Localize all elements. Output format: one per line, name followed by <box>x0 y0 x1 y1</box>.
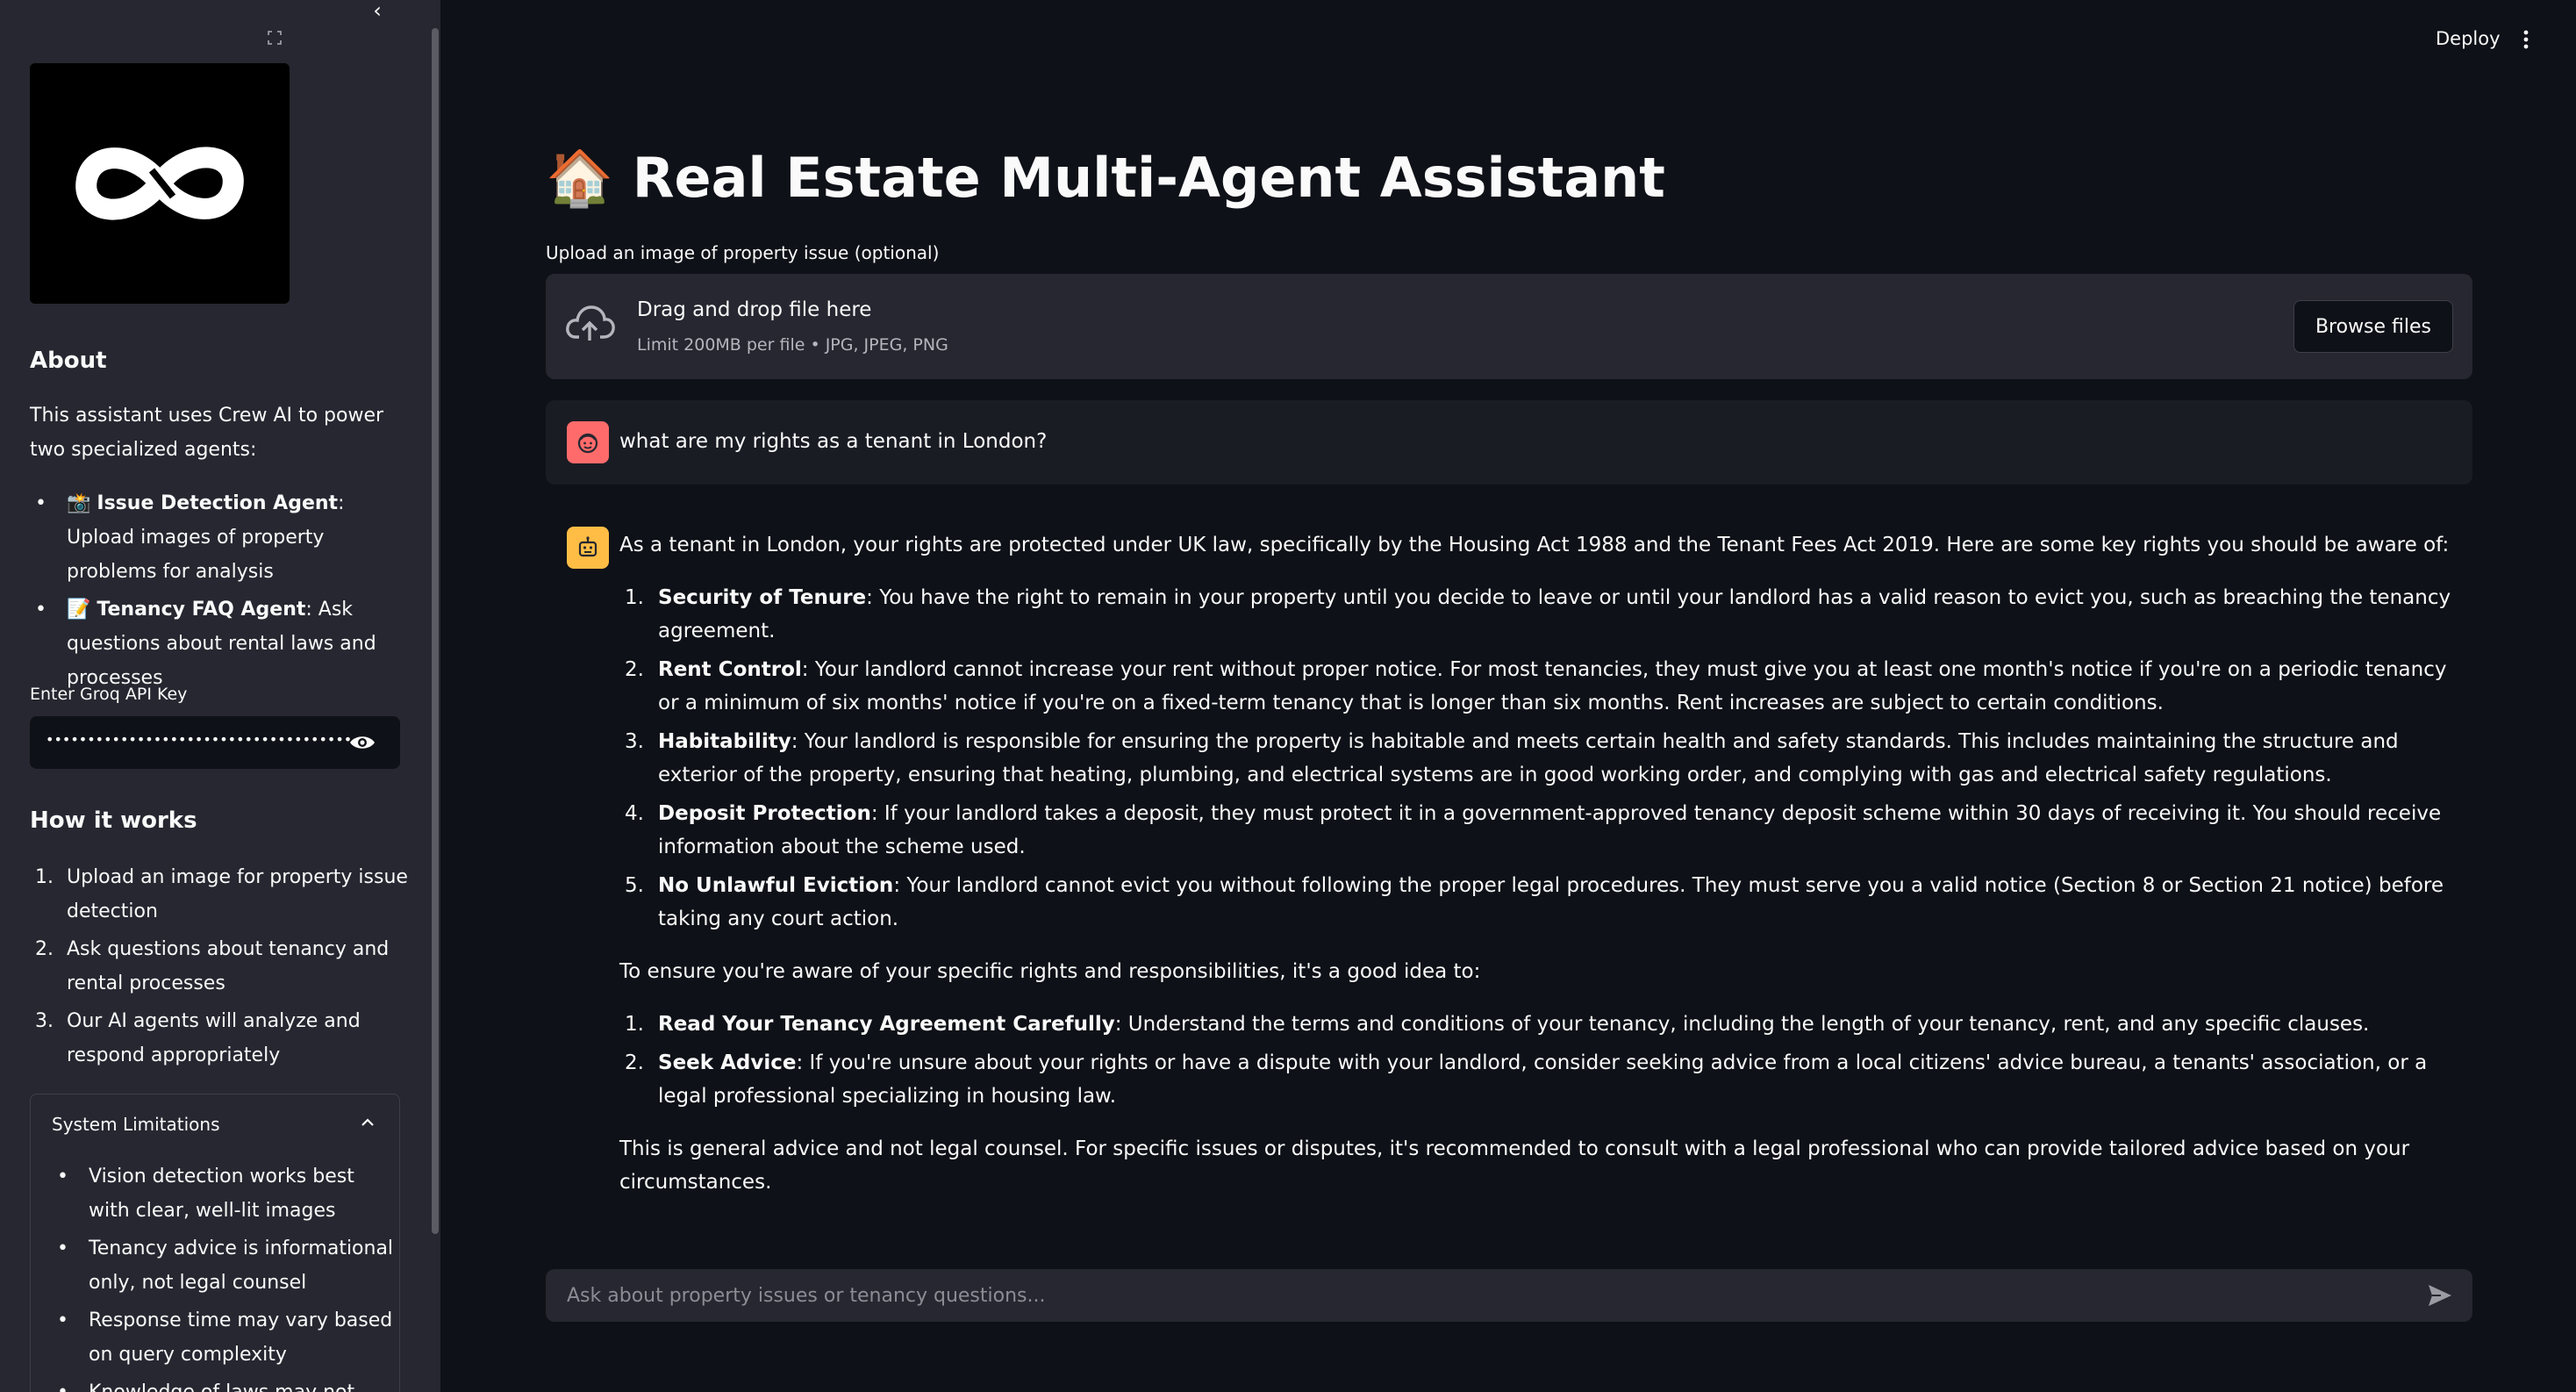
agent-name: Tenancy FAQ Agent <box>97 599 306 621</box>
about-text: This assistant uses Crew AI to power two… <box>30 405 384 461</box>
sidebar-scrollbar[interactable] <box>432 28 439 1234</box>
user-avatar-icon <box>567 421 609 463</box>
dropzone-text: Drag and drop file here <box>637 298 872 321</box>
list-item: 2. Ask questions about tenancy and rental… <box>35 938 390 994</box>
list-item: 1. Read Your Tenancy Agreement Carefully:… <box>625 1013 2370 1036</box>
user-message: what are my rights as a tenant in London… <box>546 400 2472 484</box>
how-it-works-heading: How it works <box>30 807 197 834</box>
agent-name: Issue Detection Agent <box>97 492 339 514</box>
list-item: 3. Our AI agents will analyze and respond… <box>35 1010 361 1066</box>
list-item: 1. Security of Tenure: You have the right… <box>625 586 2451 642</box>
memo-icon: 📝 <box>67 599 91 621</box>
list-item: 3. Habitability: Your landlord is respons… <box>625 730 2399 786</box>
deploy-button[interactable]: Deploy <box>2436 28 2501 49</box>
kebab-menu-icon[interactable] <box>2520 26 2532 53</box>
page-title: 🏠 Real Estate Multi-Agent Assistant <box>546 146 1665 210</box>
system-limitations-expander[interactable]: System Limitations • Vision detection wor… <box>30 1094 400 1392</box>
list-item: • 📝 Tenancy FAQ Agent: Ask questions abo… <box>35 599 376 689</box>
list-item: • Vision detection works best with clear,… <box>57 1166 354 1222</box>
file-uploader[interactable]: Drag and drop file here Limit 200MB per … <box>546 274 2472 379</box>
cloud-upload-icon <box>566 305 615 341</box>
about-heading: About <box>30 348 107 374</box>
list-item: • Tenancy advice is informational only, n… <box>57 1238 394 1294</box>
tips-list: 1. Read Your Tenancy Agreement Carefully:… <box>619 1008 2462 1113</box>
api-key-value[interactable]: ••••••••••••••••••••••••••••••••••••••••… <box>46 731 354 748</box>
assistant-reply: As a tenant in London, your rights are p… <box>619 528 2462 1218</box>
chat-input-bar[interactable] <box>546 1269 2472 1322</box>
chat-input[interactable] <box>567 1269 2392 1322</box>
expand-icon[interactable] <box>267 30 283 46</box>
agents-list: • 📸 Issue Detection Agent: Upload images… <box>30 486 416 699</box>
api-key-field[interactable]: ••••••••••••••••••••••••••••••••••••••••… <box>30 716 400 769</box>
infinity-logo <box>30 63 290 304</box>
list-item: 4. Deposit Protection: If your landlord t… <box>625 802 2442 858</box>
list-item: • Response time may vary based on query c… <box>57 1309 393 1366</box>
rights-list: 1. Security of Tenure: You have the right… <box>619 581 2462 936</box>
list-item: 2. Rent Control: Your landlord cannot inc… <box>625 658 2447 714</box>
reply-intro: As a tenant in London, your rights are p… <box>619 534 2450 556</box>
chevron-left-icon[interactable]: ‹ <box>367 0 388 23</box>
file-limit-text: Limit 200MB per file • JPG, JPEG, PNG <box>637 335 948 355</box>
reply-middle: To ensure you're aware of your specific … <box>619 960 1481 983</box>
list-item: • 📸 Issue Detection Agent: Upload images… <box>35 492 345 583</box>
list-item: 5. No Unlawful Eviction: Your landlord ca… <box>625 874 2444 930</box>
limitations-list: • Vision detection works best with clear,… <box>52 1159 394 1392</box>
browse-files-button[interactable]: Browse files <box>2293 300 2453 353</box>
send-icon[interactable] <box>2427 1283 2453 1308</box>
api-key-label: Enter Groq API Key <box>30 685 188 704</box>
eye-icon[interactable] <box>349 734 376 751</box>
list-item: •Knowledge of laws may not <box>52 1375 394 1392</box>
chevron-up-icon[interactable] <box>359 1114 376 1131</box>
bot-avatar-icon <box>567 527 609 569</box>
upload-label: Upload an image of property issue (optio… <box>546 242 940 263</box>
sidebar: ‹ About This assistant uses Crew AI to p… <box>0 0 440 1392</box>
list-item: 1. Upload an image for property issue det… <box>35 866 408 922</box>
expander-title[interactable]: System Limitations <box>52 1114 220 1135</box>
reply-outro: This is general advice and not legal cou… <box>619 1137 2410 1194</box>
user-message-text: what are my rights as a tenant in London… <box>619 430 1048 453</box>
camera-icon: 📸 <box>67 492 91 514</box>
steps-list: 1. Upload an image for property issue det… <box>30 860 416 1076</box>
list-item: 2. Seek Advice: If you're unsure about yo… <box>625 1051 2428 1108</box>
